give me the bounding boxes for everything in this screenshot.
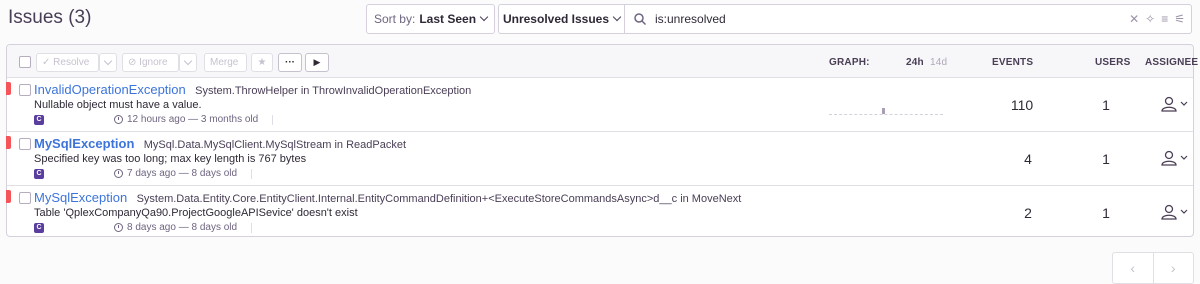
- issue-time: 12 hours ago — 3 months old: [127, 114, 259, 125]
- prev-page-button[interactable]: ‹: [1113, 253, 1154, 283]
- issue-row[interactable]: InvalidOperationException System.ThrowHe…: [6, 79, 1193, 132]
- graph-range-14d[interactable]: 14d: [930, 57, 947, 68]
- resolve-label: Resolve: [53, 57, 90, 68]
- check-icon: ✓: [42, 57, 54, 68]
- search-input[interactable]: [653, 11, 1093, 27]
- sort-dropdown[interactable]: Sort by: Last Seen: [366, 4, 495, 34]
- issue-culprit: MySql.Data.MySqlClient.MySqlStream in Re…: [143, 139, 407, 151]
- chevron-down-icon: [479, 12, 489, 22]
- issue-message: Specified key was too long; max key leng…: [34, 153, 307, 165]
- issue-culprit: System.Data.Entity.Core.EntityClient.Int…: [136, 193, 742, 205]
- select-all-checkbox[interactable]: [19, 56, 31, 68]
- merge-button[interactable]: Merge: [204, 53, 247, 72]
- ignore-dropdown-button[interactable]: [179, 53, 197, 72]
- assignee-user-icon[interactable]: [1160, 96, 1188, 112]
- clock-icon: [114, 115, 123, 124]
- sort-label: Sort by:: [373, 12, 416, 26]
- sort-value: Last Seen: [419, 12, 477, 26]
- star-icon: ★: [257, 57, 267, 68]
- issue-message: Nullable object must have a value.: [34, 99, 202, 111]
- issues-panel: ✓ Resolve ⊘ Ignore Merge ★ ··· ▶ GRAPH: …: [6, 44, 1198, 240]
- resolve-dropdown-button[interactable]: [99, 53, 117, 72]
- issue-title[interactable]: InvalidOperationException: [34, 82, 186, 97]
- clock-icon: [114, 169, 123, 178]
- settings-icon[interactable]: ⚟: [1174, 12, 1185, 26]
- pin-icon[interactable]: ✧: [1145, 12, 1155, 26]
- level-indicator: [6, 82, 11, 95]
- bookmark-button[interactable]: ★: [251, 53, 273, 72]
- events-count: 2: [1024, 205, 1032, 221]
- ignore-icon: ⊘: [128, 57, 140, 68]
- page-title: Issues (3): [8, 7, 92, 28]
- merge-label: Merge: [210, 57, 239, 68]
- chevron-down-icon: [103, 56, 113, 65]
- issue-checkbox[interactable]: [19, 84, 31, 96]
- more-actions-button[interactable]: ···: [278, 53, 302, 72]
- issue-title[interactable]: MySqlException: [34, 190, 127, 205]
- issue-time: 8 days ago — 8 days old: [127, 222, 238, 233]
- users-header: USERS: [1095, 57, 1131, 68]
- chevron-down-icon: [183, 56, 193, 65]
- assignee-user-icon[interactable]: [1160, 204, 1188, 220]
- play-icon: ▶: [313, 57, 321, 67]
- users-count: 1: [1102, 151, 1110, 167]
- users-count: 1: [1102, 97, 1110, 113]
- ignore-label: Ignore: [139, 57, 168, 68]
- events-count: 110: [1010, 97, 1034, 113]
- realtime-button[interactable]: ▶: [305, 53, 329, 72]
- graph-header: GRAPH:: [829, 57, 870, 68]
- issue-time: 7 days ago — 8 days old: [127, 168, 238, 179]
- issue-row[interactable]: MySqlException MySql.Data.MySqlClient.My…: [6, 133, 1193, 186]
- more-icon: ···: [285, 57, 295, 68]
- users-count: 1: [1102, 205, 1110, 221]
- clock-icon: [114, 223, 123, 232]
- issue-culprit: System.ThrowHelper in ThrowInvalidOperat…: [195, 85, 472, 97]
- level-indicator: [6, 136, 11, 149]
- issues-toolbar: ✓ Resolve ⊘ Ignore Merge ★ ··· ▶ GRAPH: …: [7, 45, 1198, 78]
- level-indicator: [6, 190, 11, 203]
- events-header: EVENTS: [992, 57, 1034, 68]
- graph-range-24h[interactable]: 24h: [906, 57, 924, 68]
- saved-search-dropdown[interactable]: Unresolved Issues: [498, 4, 624, 34]
- add-filter-icon[interactable]: ≡: [1161, 12, 1168, 26]
- assignee-header: ASSIGNEE: [1145, 57, 1199, 68]
- chevron-down-icon: [612, 12, 622, 22]
- ignore-button[interactable]: ⊘ Ignore: [122, 53, 179, 72]
- events-count: 4: [1024, 151, 1032, 167]
- assignee-user-icon[interactable]: [1160, 150, 1188, 166]
- pagination: ‹ ›: [1112, 252, 1194, 284]
- issue-title[interactable]: MySqlException: [34, 136, 134, 151]
- csharp-platform-icon: C: [34, 168, 44, 179]
- clear-icon[interactable]: ✕: [1129, 12, 1139, 26]
- issue-message: Table 'QplexCompanyQa90.ProjectGoogleAPI…: [34, 207, 358, 219]
- resolve-button[interactable]: ✓ Resolve: [36, 53, 99, 72]
- next-page-button[interactable]: ›: [1154, 253, 1194, 283]
- csharp-platform-icon: C: [34, 222, 44, 233]
- sparkline-bar: [882, 108, 885, 114]
- csharp-platform-icon: C: [34, 114, 44, 125]
- issue-row[interactable]: MySqlException System.Data.Entity.Core.E…: [6, 187, 1193, 240]
- issue-checkbox[interactable]: [19, 138, 31, 150]
- saved-search-label: Unresolved Issues: [502, 12, 610, 26]
- search-icon: [634, 13, 647, 26]
- issue-sparkline: [829, 103, 943, 115]
- issue-checkbox[interactable]: [19, 192, 31, 204]
- search-bar: ✕ ✧ ≡ ⚟: [624, 4, 1192, 34]
